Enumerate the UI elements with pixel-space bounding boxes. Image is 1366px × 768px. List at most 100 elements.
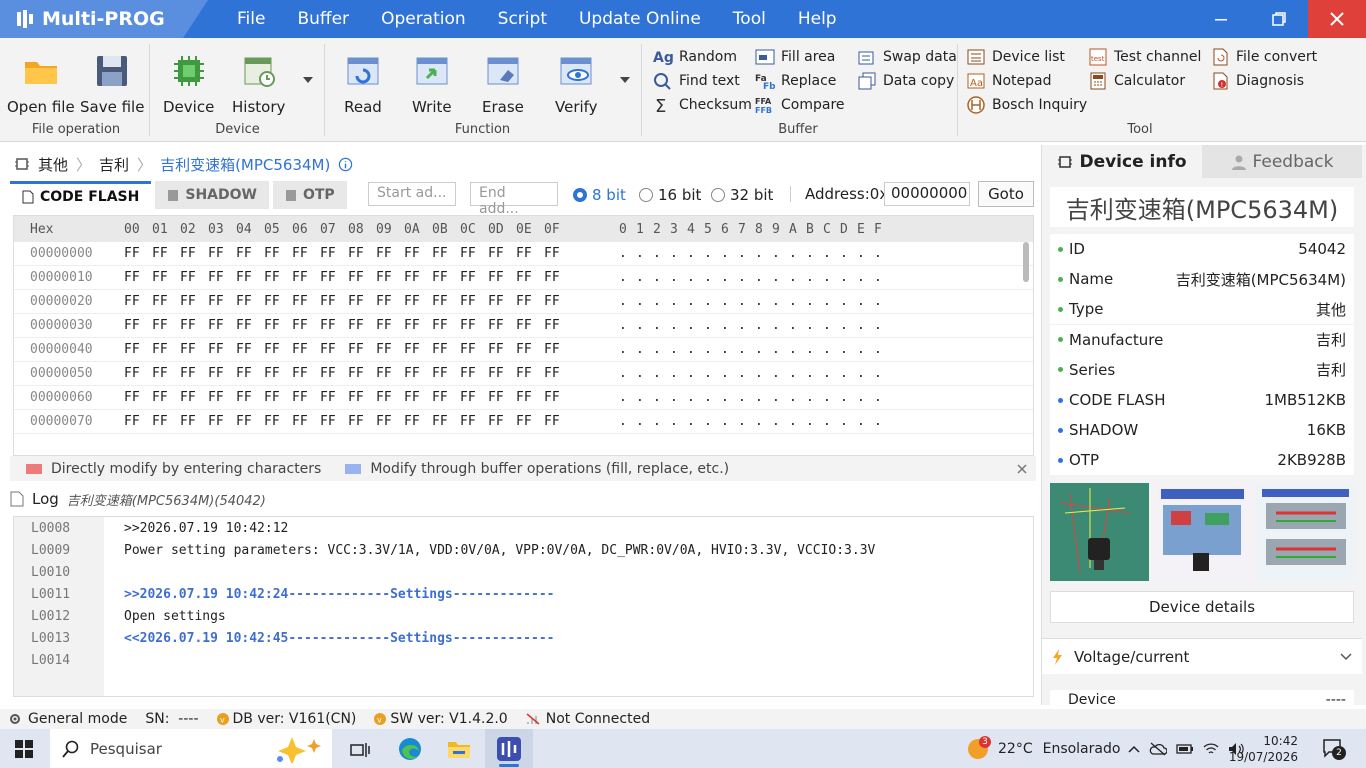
breadcrumb-type[interactable]: 其他 (38, 154, 68, 175)
ascii-char[interactable]: . (857, 246, 874, 261)
radio-8-bit[interactable]: 8 bit (573, 186, 626, 204)
ascii-char[interactable]: . (721, 342, 738, 357)
hex-byte[interactable]: FF (516, 294, 544, 309)
hex-byte[interactable]: FF (292, 270, 320, 285)
maximize-button[interactable] (1250, 0, 1308, 38)
hex-byte[interactable]: FF (348, 270, 376, 285)
ascii-char[interactable]: . (738, 270, 755, 285)
radio-16-bit[interactable]: 16 bit (639, 186, 701, 204)
menu-buffer[interactable]: Buffer (281, 0, 365, 38)
ascii-char[interactable]: . (840, 342, 857, 357)
hex-row[interactable]: 00000040 FF FF FF FF FF FF FF FF FF FF FF FF FF FF FF FF… (14, 338, 1033, 362)
hex-byte[interactable]: FF (460, 390, 488, 405)
device-list-button[interactable]: Device list (966, 47, 1065, 67)
hex-row-bytes[interactable]: FF FF FF FF FF FF FF FF FF FF FF FF FF FF FF FF (104, 246, 599, 261)
menu-update-online[interactable]: Update Online (563, 0, 717, 38)
hex-byte[interactable]: FF (348, 294, 376, 309)
hex-row[interactable]: 00000030 FF FF FF FF FF FF FF FF FF FF FF FF FF FF FF FF… (14, 314, 1033, 338)
hex-byte[interactable]: FF (432, 366, 460, 381)
ascii-char[interactable]: . (772, 246, 789, 261)
hex-byte[interactable]: FF (292, 414, 320, 429)
ascii-char[interactable]: . (857, 270, 874, 285)
hex-byte[interactable]: FF (180, 342, 208, 357)
device-details-button[interactable]: Device details (1050, 591, 1354, 623)
ascii-char[interactable]: . (619, 294, 636, 309)
hex-row-ascii[interactable]: ................ (599, 366, 891, 381)
ascii-char[interactable]: . (670, 414, 687, 429)
ascii-char[interactable]: . (806, 366, 823, 381)
hex-byte[interactable]: FF (432, 390, 460, 405)
ascii-char[interactable]: . (857, 414, 874, 429)
ascii-char[interactable]: . (806, 246, 823, 261)
hex-byte[interactable]: FF (152, 414, 180, 429)
hex-byte[interactable]: FF (180, 366, 208, 381)
ascii-char[interactable]: . (806, 390, 823, 405)
ascii-char[interactable]: . (670, 390, 687, 405)
multi-prog-taskbar-button[interactable] (485, 729, 533, 768)
ascii-char[interactable]: . (687, 414, 704, 429)
notepad-button[interactable]: Aa Notepad (966, 71, 1052, 91)
menu-help[interactable]: Help (782, 0, 853, 38)
ascii-char[interactable]: . (738, 246, 755, 261)
hex-row-bytes[interactable]: FF FF FF FF FF FF FF FF FF FF FF FF FF FF FF FF (104, 366, 599, 381)
ascii-char[interactable]: . (636, 414, 653, 429)
hex-byte[interactable]: FF (236, 414, 264, 429)
swap-data-button[interactable]: Swap data (857, 47, 957, 67)
device-image[interactable] (1256, 483, 1355, 581)
hex-row-ascii[interactable]: ................ (599, 390, 891, 405)
hex-byte[interactable]: FF (236, 318, 264, 333)
ascii-char[interactable]: . (857, 390, 874, 405)
menu-tool[interactable]: Tool (717, 0, 782, 38)
hex-row-ascii[interactable]: ................ (599, 294, 891, 309)
ascii-char[interactable]: . (823, 246, 840, 261)
ascii-char[interactable]: . (806, 414, 823, 429)
data-copy-button[interactable]: Data copy (857, 71, 954, 91)
hex-byte[interactable]: FF (208, 390, 236, 405)
hex-byte[interactable]: FF (348, 414, 376, 429)
hex-byte[interactable]: FF (124, 390, 152, 405)
ascii-char[interactable]: . (823, 390, 840, 405)
hex-byte[interactable]: FF (516, 342, 544, 357)
tab-feedback[interactable]: Feedback (1202, 145, 1362, 178)
ascii-char[interactable]: . (789, 414, 806, 429)
ascii-char[interactable]: . (874, 270, 891, 285)
tab-code-flash[interactable]: CODE FLASH (10, 181, 152, 209)
task-view-button[interactable] (336, 729, 384, 768)
ascii-char[interactable]: . (619, 270, 636, 285)
hex-byte[interactable]: FF (180, 246, 208, 261)
hex-byte[interactable]: FF (236, 270, 264, 285)
hex-byte[interactable]: FF (544, 294, 572, 309)
ascii-char[interactable]: . (789, 246, 806, 261)
ascii-char[interactable]: . (738, 390, 755, 405)
ascii-char[interactable]: . (687, 270, 704, 285)
hex-byte[interactable]: FF (404, 294, 432, 309)
hex-byte[interactable]: FF (180, 270, 208, 285)
hex-byte[interactable]: FF (488, 246, 516, 261)
hex-byte[interactable]: FF (152, 366, 180, 381)
ascii-char[interactable]: . (619, 414, 636, 429)
hex-byte[interactable]: FF (180, 318, 208, 333)
close-button[interactable] (1308, 0, 1366, 38)
hex-byte[interactable]: FF (376, 270, 404, 285)
ascii-char[interactable]: . (704, 414, 721, 429)
ascii-char[interactable]: . (840, 270, 857, 285)
fill-area-button[interactable]: Fill area (755, 47, 835, 67)
hex-row-bytes[interactable]: FF FF FF FF FF FF FF FF FF FF FF FF FF FF FF FF (104, 414, 599, 429)
hex-byte[interactable]: FF (152, 246, 180, 261)
ascii-char[interactable]: . (670, 342, 687, 357)
start-address-input[interactable]: Start ad... (368, 182, 456, 206)
ascii-char[interactable]: . (636, 390, 653, 405)
scrollbar-thumb[interactable] (1023, 242, 1029, 282)
hex-byte[interactable]: FF (208, 270, 236, 285)
ascii-char[interactable]: . (755, 294, 772, 309)
breadcrumb-manufacturer[interactable]: 吉利 (99, 154, 129, 175)
hex-byte[interactable]: FF (320, 390, 348, 405)
ascii-char[interactable]: . (687, 246, 704, 261)
ascii-char[interactable]: . (806, 342, 823, 357)
hex-byte[interactable]: FF (264, 294, 292, 309)
hex-byte[interactable]: FF (152, 390, 180, 405)
ascii-char[interactable]: . (704, 294, 721, 309)
hex-row-ascii[interactable]: ................ (599, 318, 891, 333)
hex-byte[interactable]: FF (264, 270, 292, 285)
hex-row-ascii[interactable]: ................ (599, 342, 891, 357)
